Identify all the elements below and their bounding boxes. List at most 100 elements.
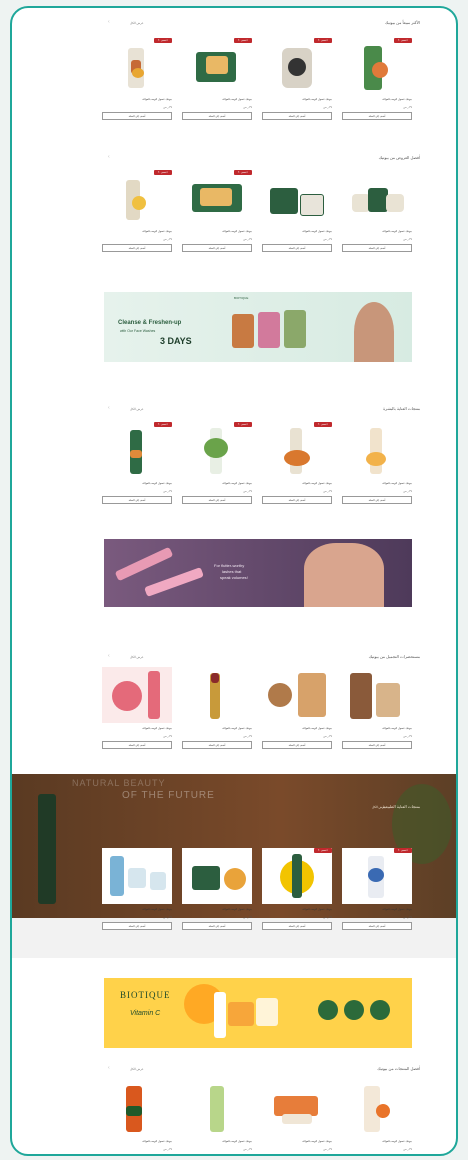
product-carousel: بيوتيك غسول الوجه بالفواكه ٣٩ ر.س أضف إل… (102, 667, 412, 749)
add-to-cart-button[interactable]: أضف إلى السلة (262, 922, 332, 930)
add-to-cart-button[interactable]: أضف إلى السلة (262, 741, 332, 749)
discount-badge: خصم ٢٠٪ (313, 848, 332, 853)
product-name: بيوتيك غسول الوجه بالفواكه (382, 908, 412, 911)
discount-badge: خصم ٢٠٪ (153, 422, 172, 427)
add-to-cart-button[interactable]: أضف إلى السلة (182, 741, 252, 749)
product-card[interactable]: خصم ٢٠٪ بيوتيك غسول الوجه بالفواكه ٣٩ ر.… (102, 422, 172, 504)
chevron-left-icon[interactable]: ‹ (108, 405, 110, 411)
add-to-cart-button[interactable]: أضف إلى السلة (102, 741, 172, 749)
product-card[interactable]: بيوتيك غسول الوجه بالفواكه ٣٩ ر.س أضف إل… (342, 422, 412, 504)
view-all-link[interactable]: عرض الكل (130, 21, 144, 25)
product-card[interactable]: بيوتيك غسول الوجه بالفواكه ٣٩ ر.س أضف إل… (102, 667, 172, 749)
product-name: بيوتيك غسول الوجه بالفواكه (142, 98, 172, 101)
discount-badge: خصم ٢٠٪ (313, 422, 332, 427)
product-price: ٣٩ ر.س (323, 238, 332, 241)
add-to-cart-button[interactable]: أضف إلى السلة (342, 922, 412, 930)
product-price: ٣٩ ر.س (243, 238, 252, 241)
product-card[interactable]: خصم ٢٠٪ بيوتيك غسول الوجه بالفواكه ٣٩ ر.… (182, 170, 252, 252)
add-to-cart-button[interactable]: أضف إلى السلة (262, 496, 332, 504)
product-card[interactable]: بيوتيك غسول الوجه بالفواكه ٣٩ ر.س أضف إل… (342, 667, 412, 749)
product-price: ٣٩ ر.س (323, 735, 332, 738)
add-to-cart-button[interactable]: أضف إلى السلة (102, 922, 172, 930)
add-to-cart-button[interactable]: أضف إلى السلة (182, 244, 252, 252)
product-name: بيوتيك غسول الوجه بالفواكه (222, 230, 252, 233)
product-image (262, 667, 332, 723)
add-to-cart-button[interactable]: أضف إلى السلة (342, 741, 412, 749)
product-name: بيوتيك غسول الوجه بالفواكه (222, 908, 252, 911)
product-image: خصم ٢٠٪ (342, 848, 412, 904)
product-card[interactable]: خصم ٢٠٪ بيوتيك غسول الوجه بالفواكه ٣٩ ر.… (262, 38, 332, 120)
product-card[interactable]: بيوتيك غسول الوجه بالفواكه ٣٩ ر.س أضف إل… (262, 667, 332, 749)
product-image (262, 1080, 332, 1136)
add-to-cart-button[interactable]: أضف إلى السلة (102, 496, 172, 504)
product-card[interactable]: خصم ٢٠٪ بيوتيك غسول الوجه بالفواكه ٣٩ ر.… (182, 38, 252, 120)
product-name: بيوتيك غسول الوجه بالفواكه (142, 727, 172, 730)
product-price: ٣٩ ر.س (163, 735, 172, 738)
add-to-cart-button[interactable]: أضف إلى السلة (262, 244, 332, 252)
product-card[interactable]: بيوتيك غسول الوجه بالفواكه ٣٩ ر.س (342, 1080, 412, 1151)
product-name: بيوتيك غسول الوجه بالفواكه (222, 727, 252, 730)
chevron-left-icon[interactable]: ‹ (108, 19, 110, 25)
banner-line: lashes that (222, 569, 242, 574)
product-card[interactable]: بيوتيك غسول الوجه بالفواكه ٣٩ ر.س أضف إل… (182, 848, 252, 930)
add-to-cart-button[interactable]: أضف إلى السلة (102, 112, 172, 120)
view-all-link[interactable]: عرض الكل (130, 407, 144, 411)
model-image (354, 302, 394, 362)
chevron-left-icon[interactable]: ‹ (108, 653, 110, 659)
chevron-left-icon[interactable]: ‹ (108, 154, 110, 160)
section-title: أفضل المنتجات من بيوتيك (377, 1066, 420, 1071)
section-title: الأكثر مبيعاً من بيوتيك (384, 20, 420, 25)
product-card[interactable]: خصم ٢٠٪ بيوتيك غسول الوجه بالفواكه ٣٩ ر.… (262, 848, 332, 930)
product-carousel: خصم ٢٠٪ بيوتيك غسول الوجه بالفواكه ٣٩ ر.… (102, 38, 412, 120)
product-card[interactable]: خصم ٢٠٪ بيوتيك غسول الوجه بالفواكه ٣٩ ر.… (102, 38, 172, 120)
product-card[interactable]: بيوتيك غسول الوجه بالفواكه ٣٩ ر.س (102, 1080, 172, 1151)
discount-badge: خصم ٢٠٪ (313, 38, 332, 43)
product-image (342, 667, 412, 723)
product-price: ٣٩ ر.س (243, 106, 252, 109)
product-image: خصم ٢٠٪ (262, 848, 332, 904)
banner-line: For flutter-worthy (214, 563, 245, 568)
chevron-left-icon[interactable]: ‹ (108, 1065, 110, 1071)
product-price: ٣٩ ر.س (403, 1148, 412, 1151)
add-to-cart-button[interactable]: أضف إلى السلة (262, 112, 332, 120)
product-card[interactable]: خصم ٢٠٪ بيوتيك غسول الوجه بالفواكه ٣٩ ر.… (342, 38, 412, 120)
add-to-cart-button[interactable]: أضف إلى السلة (342, 112, 412, 120)
banner-headline: Cleanse & Freshen-up (118, 320, 182, 326)
view-all-link[interactable]: عرض الكل (372, 805, 386, 809)
add-to-cart-button[interactable]: أضف إلى السلة (182, 922, 252, 930)
product-name: بيوتيك غسول الوجه بالفواكه (302, 908, 332, 911)
banner-days: 3 DAYS (160, 336, 192, 346)
promo-banner-vitamin-c[interactable]: BIOTIQUE Vitamin C (104, 978, 412, 1048)
add-to-cart-button[interactable]: أضف إلى السلة (342, 496, 412, 504)
product-card[interactable]: بيوتيك غسول الوجه بالفواكه ٣٩ ر.س (262, 1080, 332, 1151)
product-card[interactable]: خصم ٢٠٪ بيوتيك غسول الوجه بالفواكه ٣٩ ر.… (342, 848, 412, 930)
product-card[interactable]: بيوتيك غسول الوجه بالفواكه ٣٩ ر.س أضف إل… (102, 848, 172, 930)
product-price: ٣٩ ر.س (163, 916, 172, 919)
product-card[interactable]: خصم ٢٠٪ بيوتيك غسول الوجه بالفواكه ٣٩ ر.… (182, 422, 252, 504)
add-to-cart-button[interactable]: أضف إلى السلة (342, 244, 412, 252)
product-price: ٣٩ ر.س (163, 238, 172, 241)
product-price: ٣٩ ر.س (323, 1148, 332, 1151)
discount-badge: خصم ٢٠٪ (233, 170, 252, 175)
product-card[interactable]: خصم ٢٠٪ بيوتيك غسول الوجه بالفواكه ٣٩ ر.… (102, 170, 172, 252)
product-card[interactable]: بيوتيك غسول الوجه بالفواكه ٣٩ ر.س أضف إل… (182, 667, 252, 749)
product-card[interactable]: بيوتيك غسول الوجه بالفواكه ٣٩ ر.س أضف إل… (342, 170, 412, 252)
add-to-cart-button[interactable]: أضف إلى السلة (182, 496, 252, 504)
promo-banner-cleanse[interactable]: BIOTIQUE Cleanse & Freshen-up with Our F… (104, 292, 412, 362)
promo-banner-mascara[interactable]: For flutter-worthy lashes that speak vol… (104, 539, 412, 607)
hero-line: OF THE FUTURE (122, 790, 215, 801)
product-name: بيوتيك غسول الوجه بالفواكه (222, 482, 252, 485)
product-image (342, 422, 412, 478)
add-to-cart-button[interactable]: أضف إلى السلة (102, 244, 172, 252)
product-card[interactable]: بيوتيك غسول الوجه بالفواكه ٣٩ ر.س أضف إل… (262, 170, 332, 252)
banner-subline: with Our Face Washes (120, 329, 156, 333)
product-card[interactable]: بيوتيك غسول الوجه بالفواكه ٣٩ ر.س (182, 1080, 252, 1151)
product-image: خصم ٢٠٪ (342, 38, 412, 94)
section-title: مستحضرات التجميل من بيوتيك (368, 654, 420, 659)
product-card[interactable]: خصم ٢٠٪ بيوتيك غسول الوجه بالفواكه ٣٩ ر.… (262, 422, 332, 504)
view-all-link[interactable]: عرض الكل (130, 1067, 144, 1071)
product-image (102, 1080, 172, 1136)
product-name: بيوتيك غسول الوجه بالفواكه (222, 98, 252, 101)
view-all-link[interactable]: عرض الكل (130, 655, 144, 659)
add-to-cart-button[interactable]: أضف إلى السلة (182, 112, 252, 120)
